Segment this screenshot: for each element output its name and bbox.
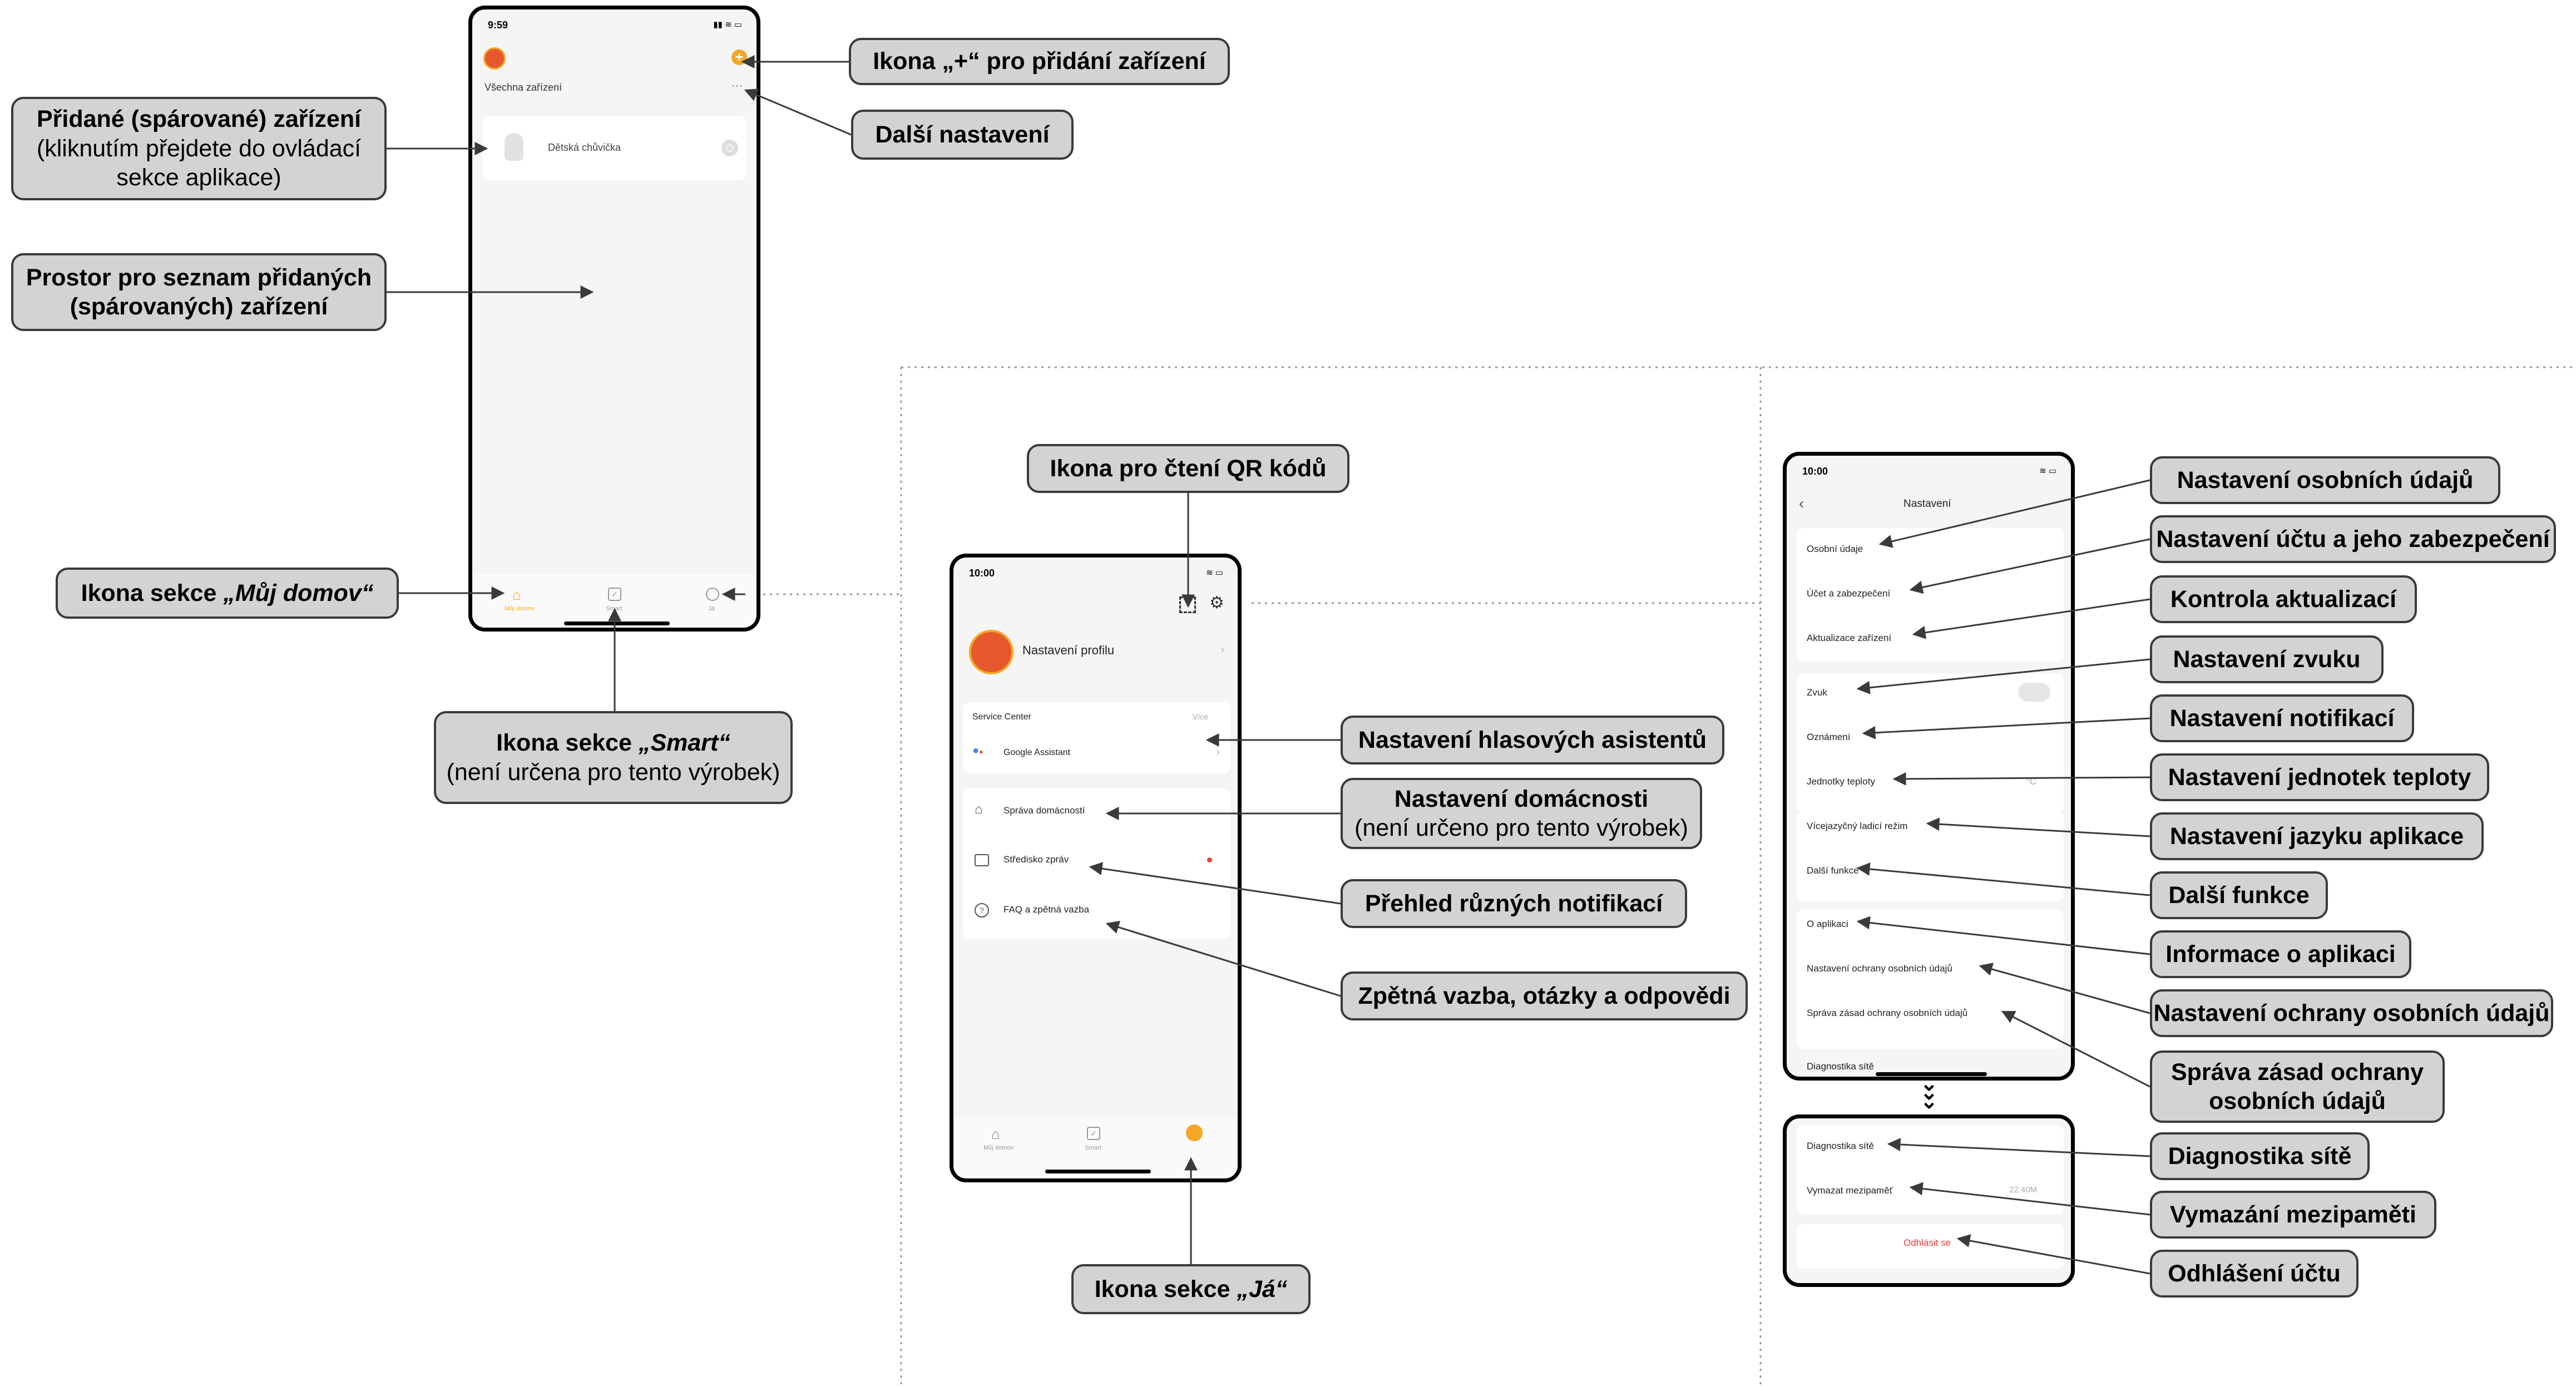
- pointer-arrows: [387, 55, 2150, 1275]
